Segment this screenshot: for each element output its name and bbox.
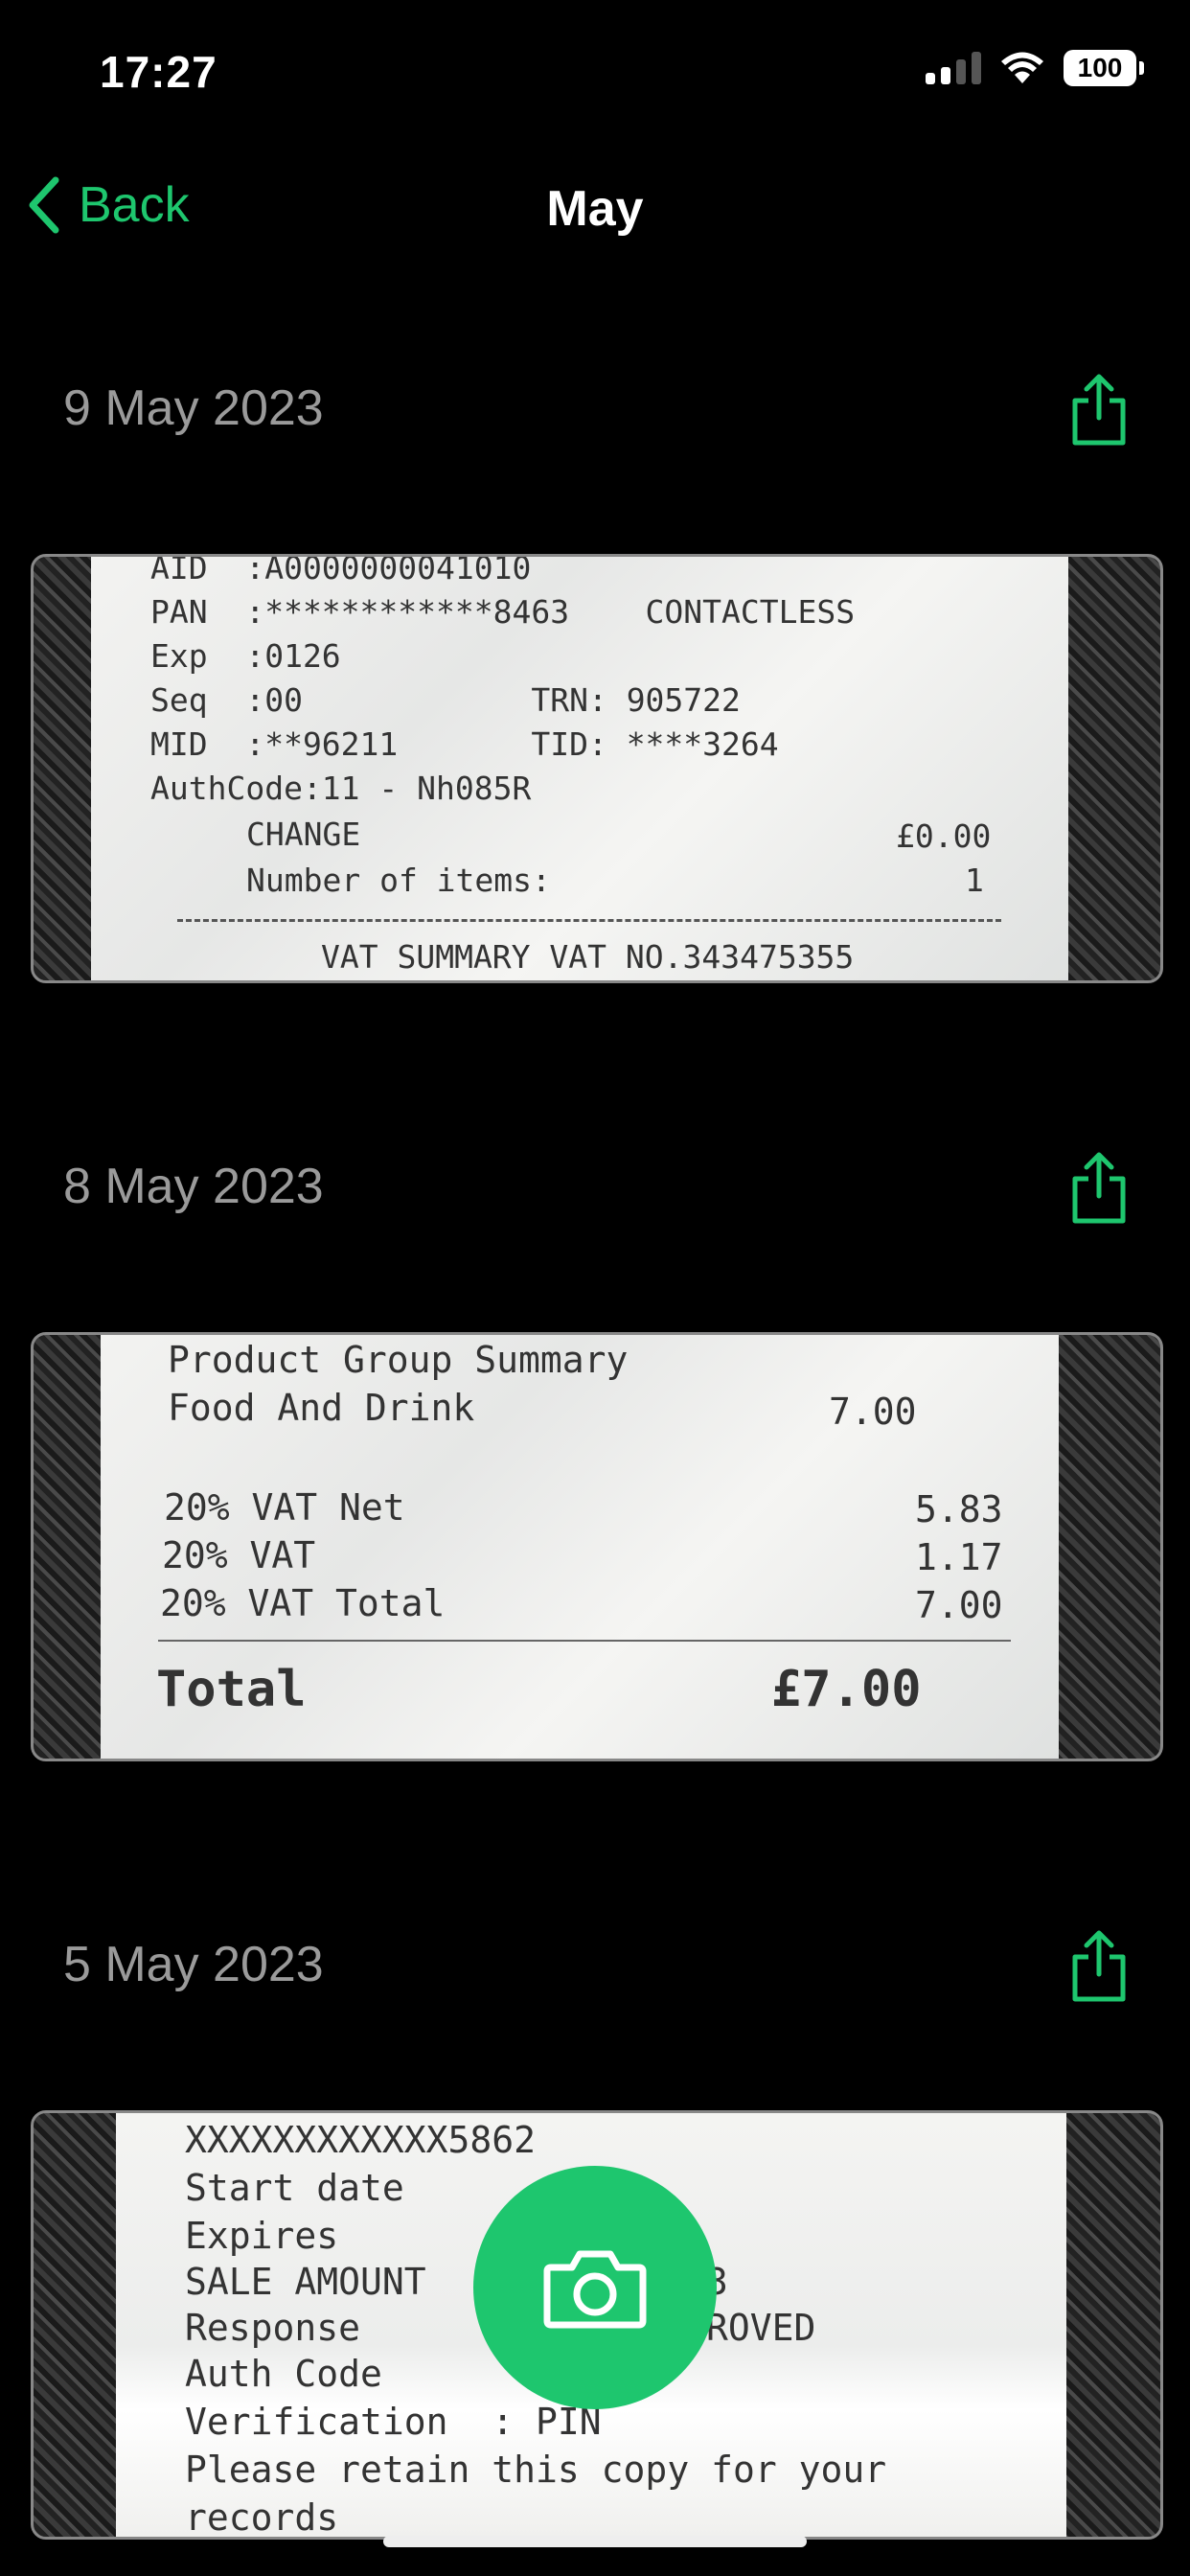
receipt-line: Verification : PIN (185, 2401, 602, 2443)
receipt-line: 7.00 (915, 1584, 1003, 1626)
receipt-line: 5.83 (915, 1488, 1003, 1530)
receipt-line: Please retain this copy for your (185, 2449, 887, 2491)
entry-date: 5 May 2023 (63, 1937, 324, 1992)
receipt-line: 20% VAT Total (160, 1582, 446, 1624)
status-time: 17:27 (100, 47, 217, 97)
receipt-line: Start date (185, 2167, 404, 2209)
receipt-line: 20% VAT Net (164, 1486, 405, 1529)
status-bar: 17:27 100 (0, 0, 1190, 144)
entry-date: 8 May 2023 (63, 1159, 324, 1214)
receipt-line: AuthCode:11 - Nh085R (150, 770, 532, 807)
receipt-paper: Product Group Summary Food And Drink 7.0… (101, 1335, 1059, 1759)
receipt-line: ROVED (706, 2307, 816, 2349)
receipt-line: 1.17 (915, 1536, 1003, 1578)
receipt-image[interactable]: Product Group Summary Food And Drink 7.0… (31, 1332, 1163, 1761)
receipt-line: MID :**96211 TID: ****3264 (150, 725, 779, 763)
cellular-signal-icon (926, 52, 981, 84)
share-icon[interactable] (1067, 1928, 1131, 2005)
receipt-paper: AID :A0000000041010 PAN :************846… (91, 557, 1068, 980)
receipt-line: 1 (965, 862, 984, 899)
receipt-line: Number of items: (246, 862, 551, 899)
battery-indicator: 100 (1064, 50, 1144, 86)
receipt-divider (158, 1640, 1011, 1642)
receipt-line: records (185, 2496, 339, 2537)
receipt-line: CHANGE (246, 816, 361, 853)
receipt-divider (177, 919, 1001, 922)
share-icon[interactable] (1067, 372, 1131, 448)
page-title: May (546, 181, 644, 237)
receipt-line: XXXXXXXXXXXX5862 (185, 2119, 537, 2161)
receipt-line: £0.00 (896, 817, 992, 855)
wifi-icon (1001, 52, 1043, 83)
receipt-line: Total (156, 1661, 307, 1718)
share-icon[interactable] (1067, 1150, 1131, 1227)
receipt-line: Expires (185, 2215, 339, 2257)
receipt-line: PAN :************8463 CONTACTLESS (150, 593, 856, 631)
receipt-line: AID :A0000000041010 (150, 557, 532, 586)
entry-date: 9 May 2023 (63, 380, 324, 436)
receipt-line: Food And Drink (168, 1387, 475, 1429)
receipt-line: 20% VAT (162, 1534, 316, 1576)
receipt-line: Exp :0126 (150, 637, 341, 675)
receipt-line: Response (185, 2307, 361, 2349)
receipt-line: SALE AMOUNT (185, 2261, 426, 2303)
navigation-bar: Back May (0, 163, 1190, 259)
camera-icon (543, 2250, 647, 2329)
receipt-line: 7.00 (829, 1391, 917, 1433)
home-indicator[interactable] (383, 2536, 807, 2547)
receipt-line: Auth Code (185, 2353, 382, 2395)
receipt-line: Seq :00 TRN: 905722 (150, 681, 741, 719)
camera-button[interactable] (473, 2166, 717, 2409)
receipt-line: Product Group Summary (168, 1339, 629, 1381)
receipt-line: £7.00 (771, 1661, 922, 1718)
receipt-line: VAT SUMMARY VAT NO.343475355 (321, 938, 855, 976)
status-icons: 100 (926, 50, 1144, 86)
receipt-image[interactable]: AID :A0000000041010 PAN :************846… (31, 554, 1163, 983)
